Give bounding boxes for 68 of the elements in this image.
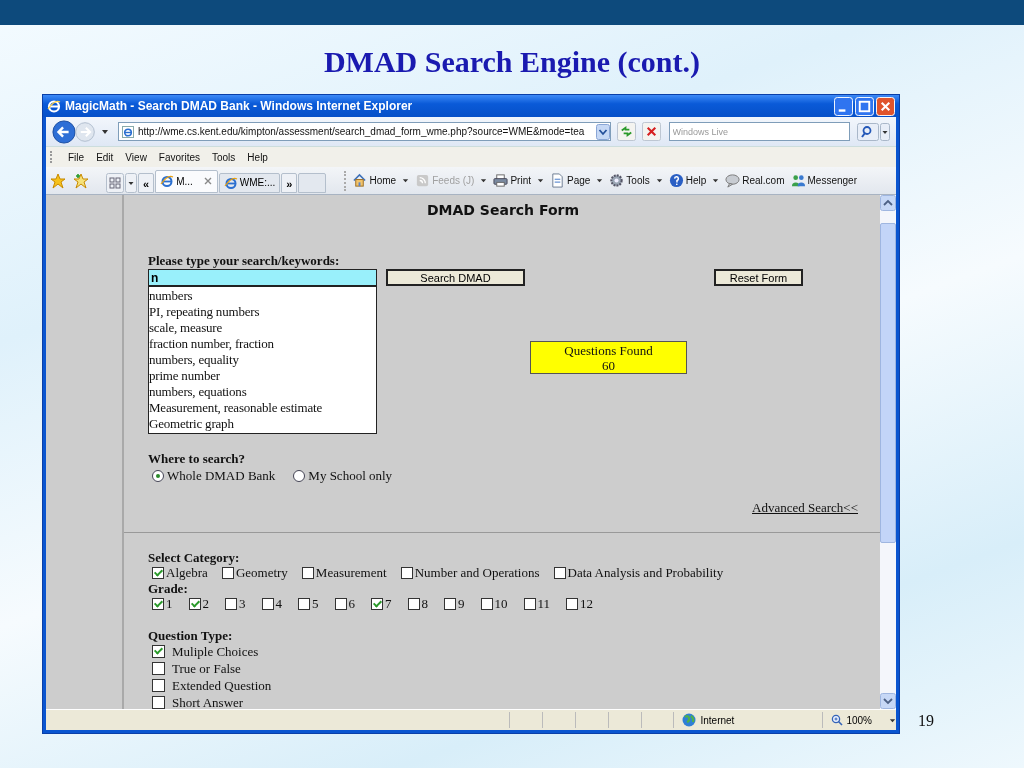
results-count: 60 <box>602 357 615 373</box>
radio-label: Whole DMAD Bank <box>167 468 276 484</box>
page-number: 19 <box>918 712 934 730</box>
where-label: Where to search? <box>148 451 246 466</box>
keyword-label: Please type your search/keywords: <box>148 253 341 268</box>
checkbox-label: 9 <box>458 596 465 612</box>
checkbox-label: Geometry <box>235 565 288 581</box>
checkbox-label: True or False <box>172 660 241 677</box>
toolbar-button[interactable]: Tools <box>609 173 663 188</box>
suggestion-item[interactable]: scale, measure <box>149 320 376 336</box>
toolbar-button[interactable]: Real.com <box>725 173 785 188</box>
checkbox-label: Number and Operations <box>414 565 540 581</box>
results-label: Questions Found <box>564 342 653 358</box>
toolbar-button[interactable]: Help <box>668 173 720 188</box>
browser-tab[interactable]: M... <box>155 169 218 193</box>
question-type-label: Question Type: <box>148 628 234 643</box>
toolbar-button[interactable]: Print <box>493 173 544 188</box>
toolbar-button[interactable]: Page <box>549 173 604 188</box>
toolbar-button[interactable]: Messenger <box>790 173 857 188</box>
suggestion-item[interactable]: Measurement, reasonable estimate <box>149 400 376 416</box>
reset-button[interactable]: Reset Form <box>714 269 803 286</box>
window-title: MagicMath - Search DMAD Bank - Windows Internet Explorer <box>65 99 413 113</box>
form-heading: DMAD Search Form <box>425 202 581 219</box>
keyword-field[interactable]: n <box>148 269 377 286</box>
checkbox-label: Algebra <box>166 565 208 581</box>
checkbox-label: 7 <box>385 596 392 612</box>
checkbox-label: 3 <box>239 596 246 612</box>
checkbox-label: 1 <box>166 596 173 612</box>
suggestion-item[interactable]: Geometric graph <box>149 416 376 432</box>
zoom-control[interactable]: 100% <box>822 712 896 728</box>
tab-scroll-left-button[interactable]: « <box>138 172 155 193</box>
suggestion-item[interactable]: PI, repeating numbers <box>149 304 376 320</box>
search-field[interactable]: Windows Live <box>668 122 850 141</box>
checkbox-label: Measurement <box>315 565 387 581</box>
checkbox-label: 4 <box>275 596 282 612</box>
checkbox-label: 12 <box>580 596 594 612</box>
checkbox-label: Short Answer <box>172 694 244 709</box>
browser-tab[interactable]: WME:... <box>218 172 281 193</box>
search-button[interactable]: Search DMAD <box>386 269 525 286</box>
checkbox-label: 6 <box>348 596 355 612</box>
toolbar-button[interactable]: Home <box>352 173 410 188</box>
suggestion-item[interactable]: fraction number, fraction <box>149 336 376 352</box>
checkbox-label: Data Analysis and Probability <box>567 565 724 581</box>
suggestion-item[interactable]: numbers <box>149 288 376 304</box>
category-label: Select Category: <box>148 550 241 565</box>
menu-item[interactable]: File <box>62 151 91 163</box>
tab-scroll-right-button[interactable]: » <box>281 172 298 193</box>
menu-item[interactable]: View <box>119 151 153 163</box>
checkbox-label: 11 <box>537 596 551 612</box>
suggestion-item[interactable]: numbers, equality <box>149 352 376 368</box>
checkbox-label: Muliple Choices <box>172 643 259 660</box>
menu-item[interactable]: Favorites <box>152 151 206 163</box>
slide-title: DMAD Search Engine (cont.) <box>322 44 702 80</box>
menu-item[interactable]: Help <box>241 151 274 163</box>
address-field[interactable]: http://wme.cs.kent.edu/kimpton/assessment/search_dmad_form_wme.php?source=WME&mode=tea <box>118 122 611 141</box>
checkbox-label: Extended Question <box>172 677 272 694</box>
suggestion-item[interactable]: numbers, equations <box>149 384 376 400</box>
checkbox-label: 8 <box>421 596 428 612</box>
radio-label: My School only <box>308 468 393 484</box>
menu-item[interactable]: Tools <box>206 151 242 163</box>
checkbox-label: 10 <box>494 596 508 612</box>
security-zone: Internet <box>700 714 735 726</box>
grade-label: Grade: <box>148 581 189 596</box>
checkbox-label: 5 <box>312 596 319 612</box>
menu-item[interactable]: Edit <box>90 151 120 163</box>
advanced-search-link[interactable]: Advanced Search<< <box>752 500 858 516</box>
suggestion-item[interactable]: prime number <box>149 368 376 384</box>
checkbox-label: 2 <box>202 596 209 612</box>
